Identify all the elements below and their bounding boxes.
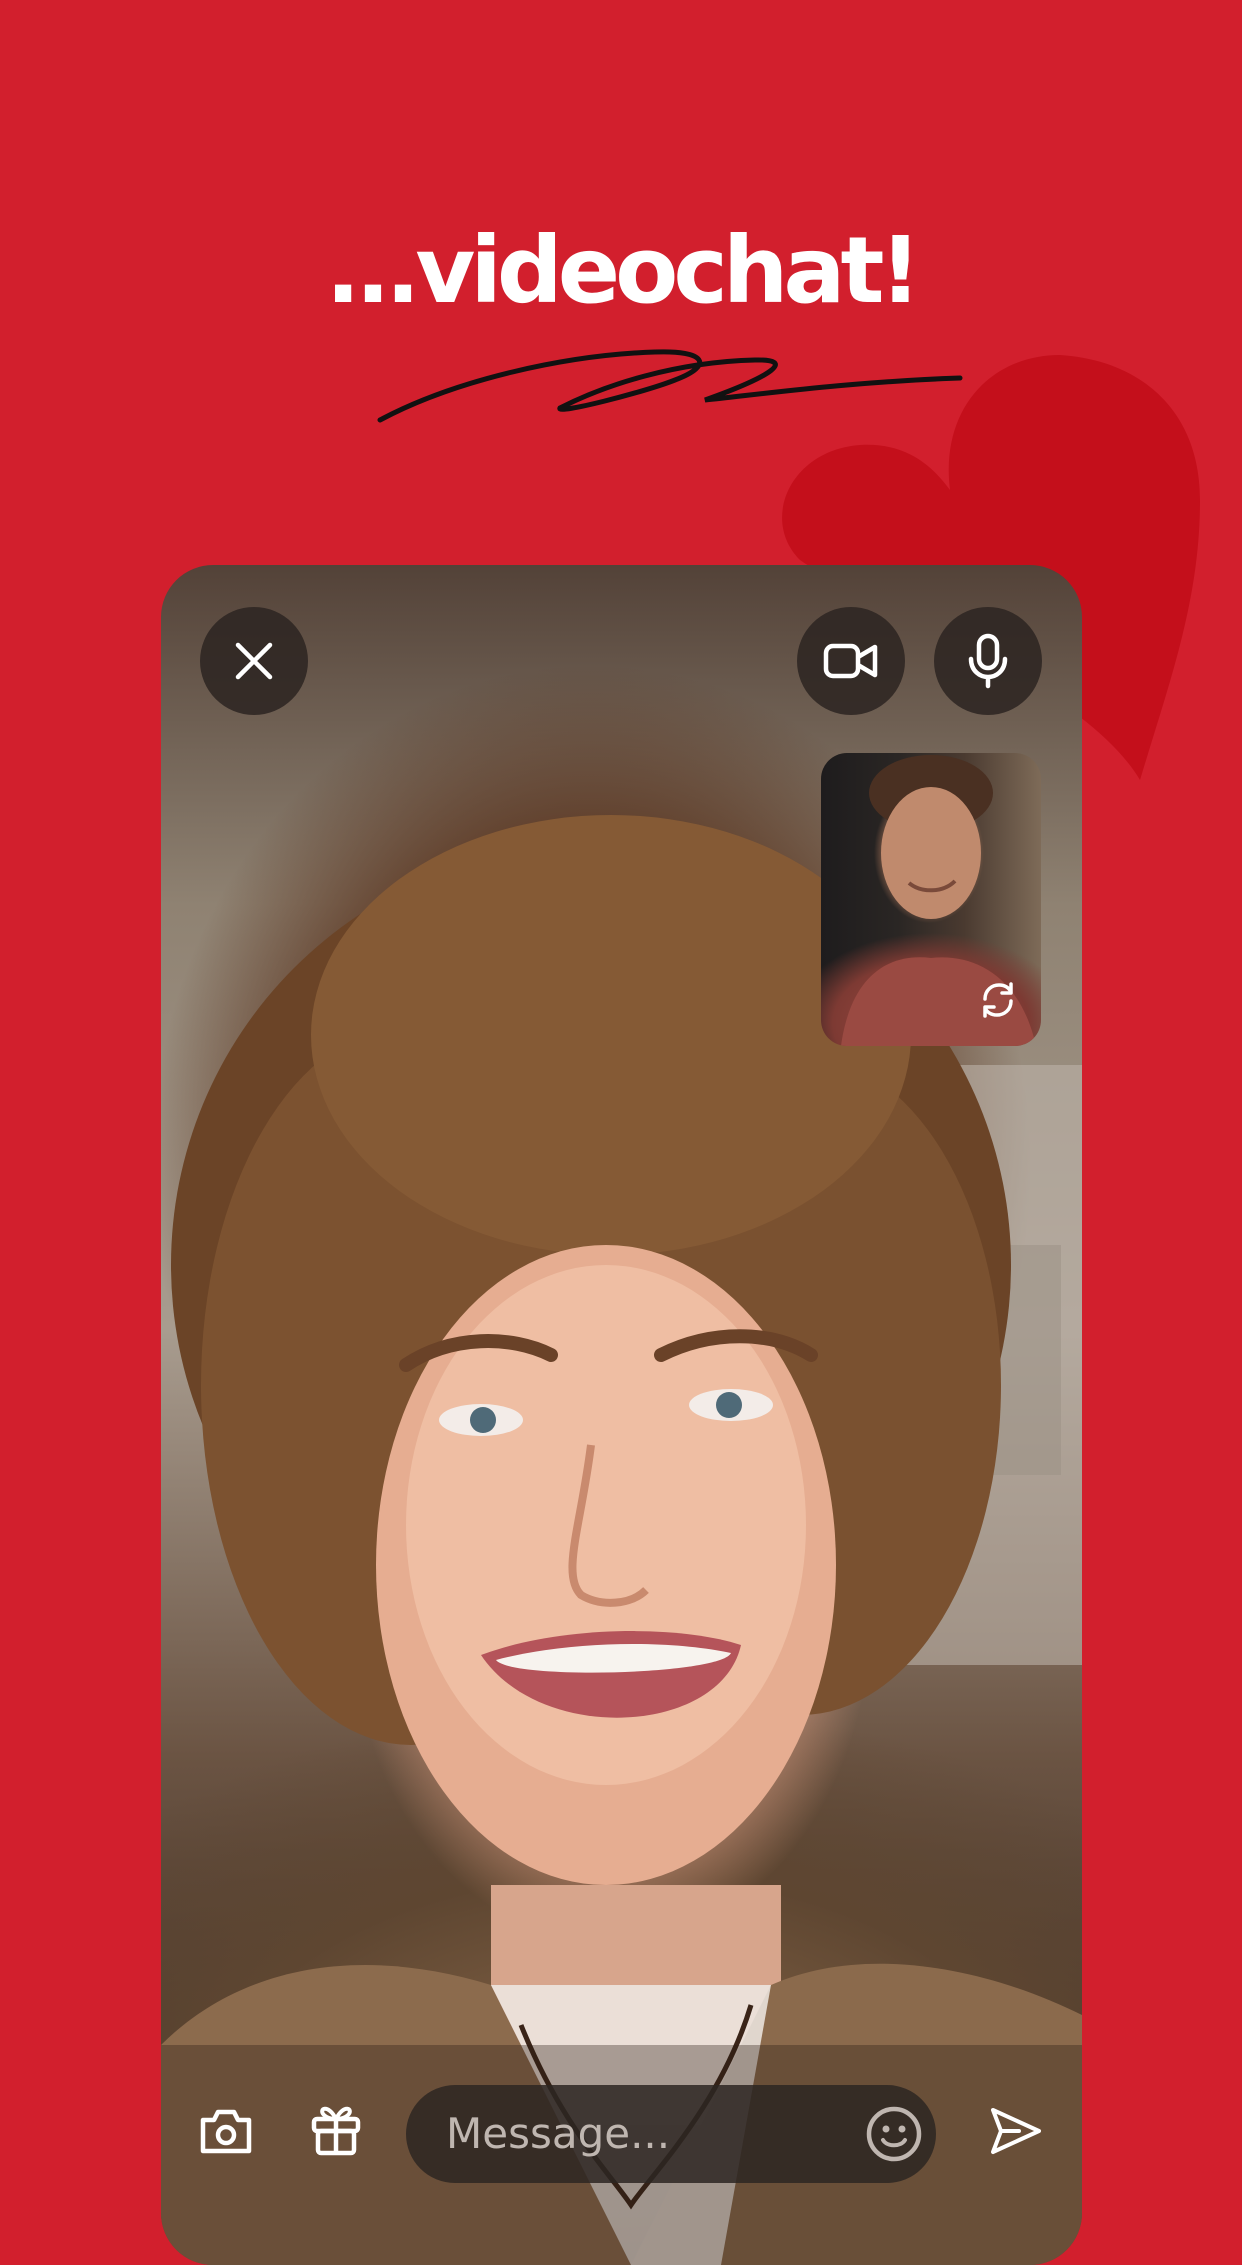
message-input[interactable]: Message... [406, 2085, 936, 2183]
headline-underline-swoosh [377, 349, 963, 423]
gift-icon [311, 2106, 361, 2156]
send-message-button[interactable] [986, 2101, 1046, 2161]
message-placeholder: Message... [446, 2109, 671, 2158]
send-icon [991, 2108, 1041, 2154]
video-call-screen: Message... [161, 565, 1082, 2265]
headline: ...videochat! [325, 217, 922, 324]
emoji-button[interactable] [864, 2104, 924, 2164]
toggle-camera-button[interactable] [797, 607, 905, 715]
switch-camera-button[interactable] [973, 975, 1023, 1025]
self-video-preview[interactable] [821, 753, 1041, 1046]
message-bar: Message... [161, 2065, 1082, 2185]
camera-icon [200, 2109, 252, 2154]
end-call-button[interactable] [200, 607, 308, 715]
toggle-microphone-button[interactable] [934, 607, 1042, 715]
video-camera-icon [823, 643, 878, 679]
emoji-icon [866, 2106, 922, 2162]
close-icon [235, 642, 273, 680]
microphone-icon [968, 633, 1008, 689]
send-gift-button[interactable] [306, 2095, 366, 2161]
send-photo-button[interactable] [196, 2101, 256, 2161]
switch-camera-icon [983, 982, 1013, 1018]
